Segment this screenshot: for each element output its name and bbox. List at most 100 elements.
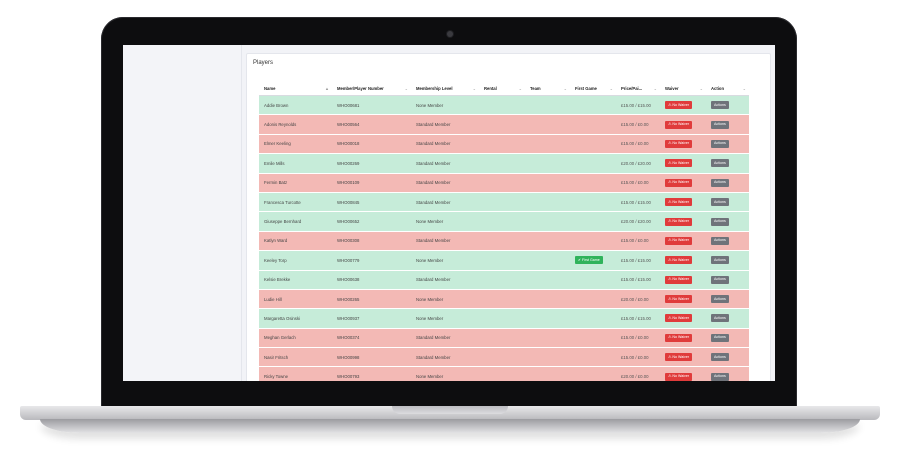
players-table: Name ▲ Member/Player Number ⌄ Membership Lev… [259,81,749,381]
column-header[interactable]: Team ⌄ [525,81,570,96]
actions-button[interactable]: Actions [711,178,729,187]
member-number: WHO00638 [332,270,411,290]
team-cell [525,114,570,135]
table-row[interactable]: Keeley Torp WHO00779 None Member ✔ First Ga… [259,250,749,271]
sort-icon[interactable]: ⌄ [564,86,570,91]
price-paid: £15.00 / £15.00 [616,308,660,329]
sort-icon[interactable]: ⌄ [743,86,749,91]
no-waiver-badge[interactable]: ⚠No Waiver [665,353,693,362]
table-row[interactable]: Adonis Reynolds WHO00564 Standard Member £1… [259,114,749,135]
action-cell: Actions [706,270,749,290]
table-row[interactable]: Margaretta Osinski WHO00937 None Member £15… [259,308,749,329]
warning-icon: ⚠ [668,141,672,146]
column-header-label: Team [530,85,541,91]
team-cell [525,231,570,252]
warning-icon: ⚠ [668,219,672,224]
column-header-label: First Game [575,85,597,91]
team-cell [525,270,570,290]
no-waiver-badge[interactable]: ⚠No Waiver [665,120,693,129]
no-waiver-badge[interactable]: ⚠No Waiver [665,159,693,168]
column-header[interactable]: Rental ⌄ [479,81,525,96]
price-paid: £15.00 / £15.00 [616,250,660,271]
no-waiver-badge[interactable]: ⚠No Waiver [665,275,693,284]
waiver-cell: ⚠No Waiver [660,366,706,381]
column-header[interactable]: First Game ⌄ [570,81,616,96]
no-waiver-label: No Waiver [672,257,690,262]
column-header[interactable]: Name ▲ [259,81,332,96]
table-row[interactable]: Giuseppe Bernhard WHO00652 None Member £20.… [259,211,749,232]
actions-button[interactable]: Actions [711,139,729,148]
no-waiver-badge[interactable]: ⚠No Waiver [665,256,693,265]
table-row[interactable]: Fermin Batz WHO00109 Standard Member £15.00… [259,173,749,193]
no-waiver-badge[interactable]: ⚠No Waiver [665,236,693,245]
actions-button[interactable]: Actions [711,120,729,129]
table-row[interactable]: Ludie Hill WHO00265 None Member £20.00 / £0… [259,289,749,310]
actions-button[interactable]: Actions [711,217,729,226]
rental-cell [479,95,525,116]
sort-icon[interactable]: ⌄ [405,86,411,91]
waiver-cell: ⚠No Waiver [660,173,706,193]
no-waiver-badge[interactable]: ⚠No Waiver [665,101,693,110]
column-header[interactable]: Price/Pai... ⌄ [616,81,660,96]
sort-icon[interactable]: ▲ [325,86,332,91]
actions-button[interactable]: Actions [711,295,729,304]
member-number: WHO00681 [332,95,411,116]
no-waiver-badge[interactable]: ⚠No Waiver [665,372,693,381]
table-row[interactable]: Emile Mills WHO00269 Standard Member £20.00… [259,153,749,174]
column-header[interactable]: Membership Level ⌄ [411,81,479,96]
no-waiver-badge[interactable]: ⚠No Waiver [665,333,693,342]
sort-icon[interactable]: ⌄ [610,86,616,91]
actions-button[interactable]: Actions [711,372,729,381]
no-waiver-label: No Waiver [672,180,690,185]
table-row[interactable]: Kelsie Brekke WHO00638 Standard Member £15.… [259,270,749,290]
table-row[interactable]: Ricky Towne WHO00793 None Member £20.00 / £… [259,366,749,381]
table-row[interactable]: Katlyn Ward WHO00308 Standard Member £15.00… [259,231,749,252]
no-waiver-badge[interactable]: ⚠No Waiver [665,198,693,207]
waiver-cell: ⚠No Waiver [660,192,706,213]
warning-icon: ⚠ [668,296,672,301]
sort-icon[interactable]: ⌄ [654,86,660,91]
first-game-cell: ✔ First Game [570,250,616,271]
actions-button[interactable]: Actions [711,236,729,245]
actions-button[interactable]: Actions [711,159,729,168]
membership-level: Standard Member [411,192,479,213]
actions-button[interactable]: Actions [711,198,729,207]
no-waiver-badge[interactable]: ⚠No Waiver [665,217,693,226]
no-waiver-label: No Waiver [672,238,690,243]
table-row[interactable]: Elmer Keeling WHO00018 Standard Member £15.… [259,134,749,155]
column-header[interactable]: Member/Player Number ⌄ [332,81,411,96]
table-row[interactable]: Nasir Fritsch WHO00998 Standard Member £15.… [259,347,749,368]
actions-button[interactable]: Actions [711,101,729,110]
column-header[interactable]: Waiver ⌄ [660,81,706,96]
column-header[interactable]: Action ⌄ [706,81,749,96]
actions-button[interactable]: Actions [711,256,729,265]
table-row[interactable]: Addie Brown WHO00681 None Member £15.00 / £… [259,95,749,116]
warning-icon: ⚠ [668,180,672,185]
player-name: Francesca Turcotte [259,192,332,213]
sort-icon[interactable]: ⌄ [473,86,479,91]
no-waiver-badge[interactable]: ⚠No Waiver [665,295,693,304]
rental-cell [479,250,525,271]
action-cell: Actions [706,192,749,213]
price-paid: £20.00 / £0.00 [616,289,660,310]
action-cell: Actions [706,95,749,116]
player-name: Margaretta Osinski [259,308,332,329]
first-game-cell [570,328,616,349]
actions-button[interactable]: Actions [711,333,729,342]
table-row[interactable]: Francesca Turcotte WHO00845 Standard Membe… [259,192,749,213]
player-name: Meghan Gerlach [259,328,332,349]
actions-button[interactable]: Actions [711,353,729,362]
membership-level: None Member [411,308,479,329]
actions-button[interactable]: Actions [711,275,729,284]
table-row[interactable]: Meghan Gerlach WHO00374 Standard Member £15… [259,328,749,349]
no-waiver-badge[interactable]: ⚠No Waiver [665,178,693,187]
team-cell [525,134,570,155]
no-waiver-badge[interactable]: ⚠No Waiver [665,139,693,148]
team-cell [525,250,570,271]
actions-button[interactable]: Actions [711,314,729,323]
rental-cell [479,347,525,368]
no-waiver-badge[interactable]: ⚠No Waiver [665,314,693,323]
sort-icon[interactable]: ⌄ [700,86,706,91]
player-name: Emile Mills [259,153,332,174]
sort-icon[interactable]: ⌄ [519,86,525,91]
